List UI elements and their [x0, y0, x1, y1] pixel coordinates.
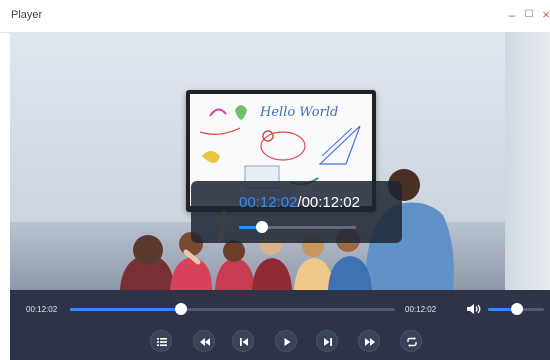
child-body	[252, 258, 292, 290]
next-button[interactable]	[316, 330, 338, 352]
rewind-icon	[200, 338, 210, 346]
play-icon	[284, 338, 291, 346]
playlist-icon	[157, 338, 167, 346]
volume-slider-knob[interactable]	[511, 303, 524, 315]
window-title: Player	[11, 9, 43, 21]
play-button[interactable]	[275, 330, 297, 352]
minimize-button[interactable]: –	[504, 6, 520, 24]
seek-preview-overlay: 00:12:02/00:12:02	[191, 181, 402, 243]
video-area[interactable]: Hello World 00:12:02/00:12:02	[10, 32, 550, 290]
volume-slider[interactable]	[488, 303, 544, 315]
preview-progress-knob	[256, 221, 269, 233]
child-body	[215, 258, 255, 290]
seek-bar[interactable]	[70, 303, 395, 315]
control-bar: 00:12:02 00:12:02	[10, 290, 550, 360]
close-button[interactable]: ×	[538, 6, 550, 24]
playlist-button[interactable]	[150, 330, 172, 352]
fast-forward-button[interactable]	[358, 330, 380, 352]
child-body	[170, 257, 212, 290]
preview-current-time: 00:12:02	[239, 194, 298, 211]
rewind-button[interactable]	[193, 330, 215, 352]
preview-time: 00:12:02/00:12:02	[239, 194, 360, 211]
next-icon	[324, 338, 332, 346]
player-window: Player – ☐ × Hello World 00:12:02/00:12:…	[0, 0, 550, 360]
previous-button[interactable]	[232, 330, 254, 352]
repeat-icon	[407, 337, 417, 347]
current-time: 00:12:02	[26, 305, 58, 314]
fast-forward-icon	[365, 338, 375, 346]
child-head	[223, 240, 245, 262]
title-bar: Player – ☐ ×	[0, 0, 550, 33]
repeat-button[interactable]	[400, 330, 422, 352]
child-body	[294, 258, 334, 290]
preview-progress-track	[239, 221, 356, 233]
previous-icon	[240, 338, 248, 346]
seek-bar-knob[interactable]	[174, 303, 187, 315]
maximize-button[interactable]: ☐	[521, 6, 537, 24]
child-body	[328, 256, 372, 290]
classroom-scene	[120, 169, 454, 290]
seek-bar-fill	[70, 308, 181, 311]
child-head	[133, 235, 163, 265]
total-time: 00:12:02	[405, 305, 437, 314]
preview-total-time: 00:12:02	[301, 194, 360, 211]
volume-icon[interactable]	[466, 302, 482, 316]
